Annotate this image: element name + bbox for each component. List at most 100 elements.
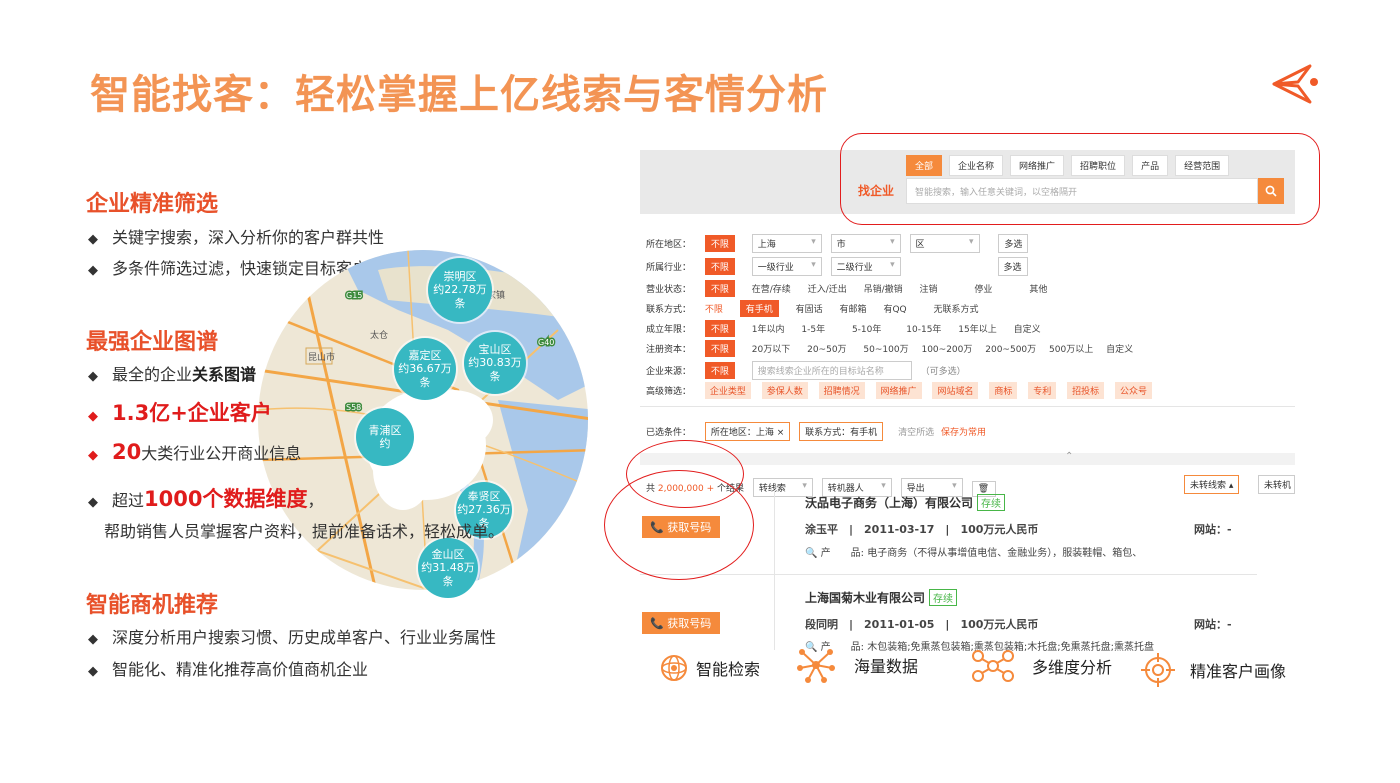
region-any[interactable]: 不限: [704, 235, 735, 252]
filter-industry: 所属行业： 不限 一级行业 ▾ 二级行业 ▾ 多选: [646, 257, 1034, 276]
capital-any[interactable]: 不限: [704, 340, 735, 357]
filter-advanced: 高级筛选： 企业类型 参保人数 招聘情况 网络推广 网站域名 商标 专利 招投标…: [646, 382, 1160, 399]
search-icon: 🔍: [805, 548, 818, 559]
save-common-link[interactable]: 保存为常用: [941, 425, 986, 438]
region-multi-button[interactable]: 多选: [998, 234, 1029, 253]
bullet-enterprise-count: ◆ 1.3亿+企业客户: [88, 401, 272, 425]
capital-option[interactable]: 100~200万: [921, 342, 972, 355]
feature-big-data: 海量数据: [796, 646, 918, 684]
get-number-button[interactable]: 📞 获取号码: [642, 612, 720, 634]
bullet-relation-graph: ◆ 最全的企业关系图谱: [88, 365, 257, 384]
contact-option[interactable]: 无联系方式: [933, 302, 978, 315]
status-option[interactable]: 在营/存续: [752, 282, 791, 295]
sort-unconverted-robot-button[interactable]: 未转机: [1258, 475, 1295, 494]
source-search-input[interactable]: 搜索线索企业所在的目标站名称: [751, 361, 912, 380]
filter-source: 企业来源： 不限 搜索线索企业所在的目标站名称 （可多选）: [646, 361, 980, 380]
capital-custom[interactable]: 自定义: [1106, 342, 1133, 355]
filter-status: 营业状态： 不限 在营/存续 迁入/迁出 吊销/撤销 注销 停业 其他: [646, 280, 1061, 297]
advanced-patent[interactable]: 专利: [1028, 382, 1057, 399]
section-title: 最强企业图谱: [86, 330, 219, 355]
years-option[interactable]: 5-10年: [852, 322, 881, 335]
district-jiading: 嘉定区 约36.67万条: [394, 338, 456, 400]
advanced-trademark[interactable]: 商标: [989, 382, 1018, 399]
status-option[interactable]: 迁入/迁出: [808, 282, 847, 295]
industry-l2-select[interactable]: 二级行业 ▾: [830, 257, 901, 276]
section-smart-recommend: 智能商机推荐: [86, 587, 218, 619]
selected-chip-region[interactable]: 所在地区：上海 ×: [704, 422, 791, 441]
advanced-insured[interactable]: 参保人数: [761, 382, 808, 399]
website-field: 网站：-: [1194, 523, 1232, 536]
district-jinshan: 金山区 约31.48万条: [418, 538, 478, 598]
selected-chip-contact[interactable]: 联系方式：有手机: [799, 422, 884, 441]
highlight-search-box: [840, 133, 1320, 225]
years-any[interactable]: 不限: [704, 320, 735, 337]
contact-mobile[interactable]: 有手机: [739, 300, 779, 317]
bullet-sales-help: 帮助销售人员掌握客户资料，提前准备话术，轻松成单。: [104, 522, 505, 541]
shanghai-map: G15 G40 S58 太仓 昆山市 陈家镇 崇明区 约22.78万条 嘉定区 约3…: [258, 250, 598, 600]
years-option[interactable]: 1年以内: [752, 322, 785, 335]
highlight-get-number: [604, 470, 754, 580]
filter-contact: 联系方式： 不限 有手机 有固话 有邮箱 有QQ 无联系方式: [646, 300, 993, 317]
feature-smart-search: 智能检索: [658, 652, 760, 684]
analysis-icon: [972, 650, 1014, 682]
capital-option[interactable]: 50~100万: [863, 342, 908, 355]
province-select[interactable]: 上海 ▾: [751, 234, 822, 253]
years-option[interactable]: 15年以上: [958, 322, 996, 335]
g15-label: G15: [346, 291, 362, 300]
clear-selected-link[interactable]: 清空所选: [898, 425, 934, 438]
status-badge: 存续: [977, 494, 1006, 511]
status-badge: 存续: [929, 589, 958, 606]
section-enterprise-graph: 最强企业图谱: [86, 324, 218, 356]
capital-option[interactable]: 500万以上: [1049, 342, 1093, 355]
company-meta: 段同明 | 2011-01-05 | 100万元人民币: [805, 618, 1039, 631]
sort-unconverted-button[interactable]: 未转线索 ▴: [1184, 475, 1240, 494]
capital-option[interactable]: 20万以下: [752, 342, 790, 355]
chevron-up-icon: ⌃: [1065, 451, 1074, 462]
capital-option[interactable]: 200~500万: [985, 342, 1036, 355]
status-option[interactable]: 其他: [1029, 282, 1047, 295]
advanced-bidding[interactable]: 招投标: [1067, 382, 1105, 399]
filter-years: 成立年限： 不限 1年以内 1-5年 5-10年 10-15年 15年以上 自定…: [646, 320, 1055, 337]
company-name[interactable]: 沃品电子商务（上海）有限公司 存续: [805, 494, 1006, 511]
status-option[interactable]: 注销: [920, 282, 938, 295]
network-icon: [797, 649, 835, 683]
status-option[interactable]: 停业: [974, 282, 992, 295]
city-select[interactable]: 市 ▾: [830, 234, 901, 253]
convert-lead-button[interactable]: 转线索 ▾: [752, 478, 813, 497]
advanced-promotion[interactable]: 网络推广: [875, 382, 922, 399]
contact-any[interactable]: 不限: [705, 302, 723, 315]
advanced-hiring[interactable]: 招聘情况: [818, 382, 865, 399]
feature-customer-portrait: 精准客户画像: [1140, 652, 1286, 688]
company-name[interactable]: 上海国菊木业有限公司 存续: [805, 589, 958, 606]
kunshan-label: 昆山市: [308, 351, 335, 363]
capital-option[interactable]: 20~50万: [807, 342, 846, 355]
brand-logo-icon: [1272, 64, 1318, 104]
industry-multi-button[interactable]: 多选: [997, 257, 1028, 276]
industry-l1-select[interactable]: 一级行业 ▾: [751, 257, 822, 276]
years-custom[interactable]: 自定义: [1014, 322, 1041, 335]
divider: [774, 490, 775, 650]
status-option[interactable]: 吊销/撤销: [864, 282, 903, 295]
filter-region: 所在地区： 不限 上海 ▾ 市 ▾ 区 ▾ 多选: [646, 234, 1034, 253]
products-field: 🔍 产 品: 电子商务（不得从事增值电信、金融业务），服装鞋帽、箱包、: [805, 548, 1143, 559]
contact-option[interactable]: 有邮箱: [840, 302, 867, 315]
district-select[interactable]: 区 ▾: [909, 234, 980, 253]
status-any[interactable]: 不限: [704, 280, 735, 297]
s58-label: S58: [346, 403, 361, 412]
bullet-keyword-search: ◆ 关键字搜索，深入分析你的客户群共性: [88, 228, 385, 247]
target-icon: [1141, 653, 1175, 687]
advanced-wechat[interactable]: 公众号: [1115, 382, 1153, 399]
filter-capital: 注册资本： 不限 20万以下 20~50万 50~100万 100~200万 2…: [646, 340, 1147, 357]
district-chongming: 崇明区 约22.78万条: [428, 258, 492, 322]
industry-any[interactable]: 不限: [704, 258, 735, 275]
website-field: 网站：-: [1194, 618, 1232, 631]
advanced-domain[interactable]: 网站域名: [932, 382, 979, 399]
source-any[interactable]: 不限: [704, 362, 735, 379]
advanced-company-type[interactable]: 企业类型: [704, 382, 751, 399]
years-option[interactable]: 1-5年: [801, 322, 825, 335]
contact-option[interactable]: 有固话: [796, 302, 823, 315]
years-option[interactable]: 10-15年: [906, 322, 941, 335]
selected-conditions: 已选条件： 所在地区：上海 × 联系方式：有手机 清空所选 保存为常用: [646, 422, 1000, 441]
contact-option[interactable]: 有QQ: [883, 302, 906, 315]
source-hint: （可多选）: [920, 367, 966, 377]
